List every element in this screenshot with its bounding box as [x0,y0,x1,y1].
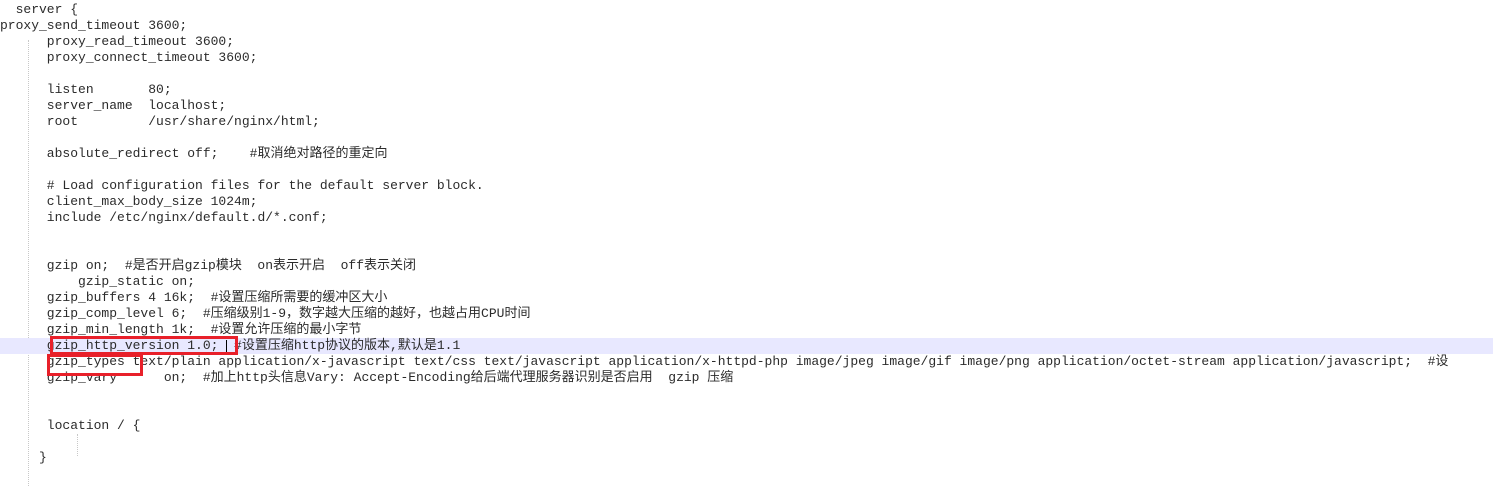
current-code-line[interactable]: gzip_http_version 1.0; #设置压缩http协议的版本,默认… [0,338,1493,354]
code-line[interactable]: server_name localhost; [0,98,226,114]
code-line[interactable]: root /usr/share/nginx/html; [0,114,320,130]
code-line[interactable]: } [0,450,47,466]
code-line[interactable]: # Load configuration files for the defau… [0,178,484,194]
code-line[interactable]: absolute_redirect off; #取消绝对路径的重定向 [0,146,388,162]
code-line[interactable]: gzip on; #是否开启gzip模块 on表示开启 off表示关闭 [0,258,416,274]
code-editor[interactable]: server { proxy_send_timeout 3600; proxy_… [0,0,1493,486]
code-line[interactable]: listen 80; [0,82,172,98]
code-line[interactable]: proxy_connect_timeout 3600; [0,50,258,66]
code-line[interactable]: gzip_buffers 4 16k; #设置压缩所需要的缓冲区大小 [0,290,388,306]
code-line[interactable]: gzip_types text/plain application/x-java… [0,354,1449,370]
code-line[interactable]: gzip_comp_level 6; #压缩级别1-9，数字越大压缩的越好，也越… [0,306,531,322]
code-line[interactable]: gzip_min_length 1k; #设置允许压缩的最小字节 [0,322,362,338]
indent-guide [77,434,78,456]
code-line[interactable]: proxy_send_timeout 3600; [0,18,187,34]
code-line[interactable]: gzip_vary on; #加上http头信息Vary: Accept-Enc… [0,370,733,386]
text-cursor [226,340,227,353]
code-line[interactable]: proxy_read_timeout 3600; [0,34,234,50]
code-line[interactable]: include /etc/nginx/default.d/*.conf; [0,210,328,226]
code-line[interactable]: server { [0,2,78,18]
code-line[interactable]: client_max_body_size 1024m; [0,194,258,210]
code-line[interactable]: gzip_static on; [0,274,195,290]
code-line[interactable]: location / { [0,418,141,434]
